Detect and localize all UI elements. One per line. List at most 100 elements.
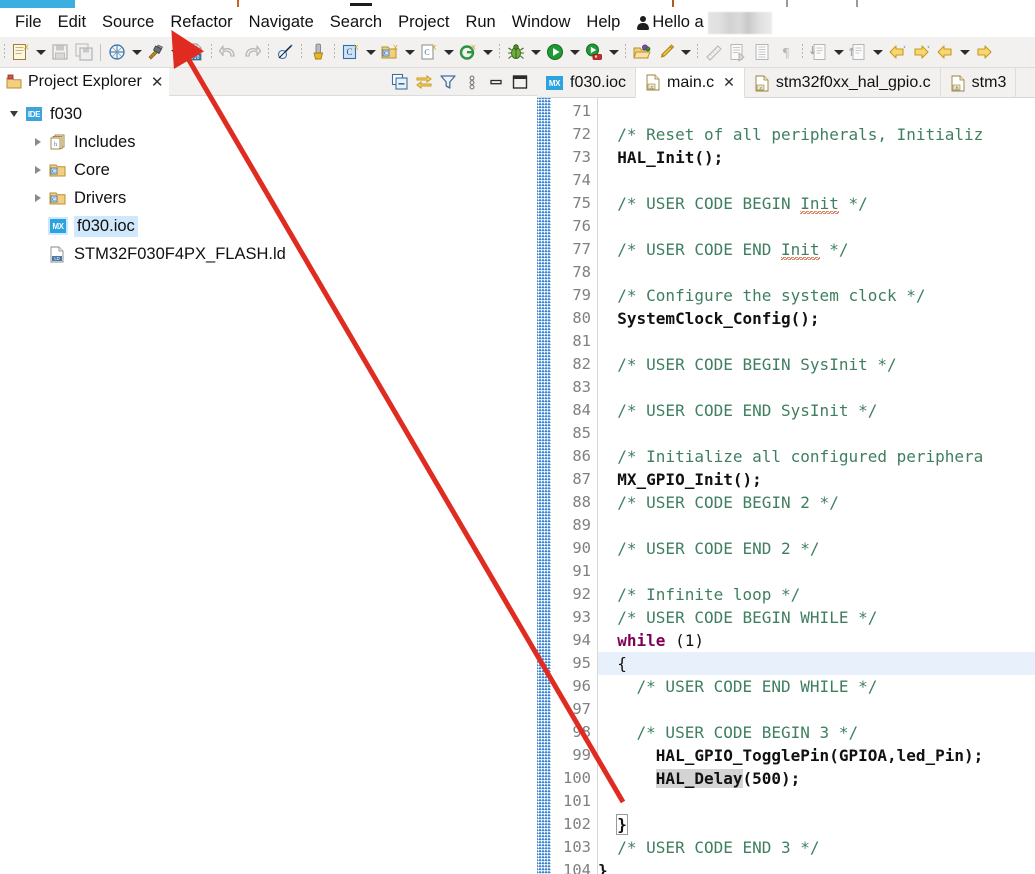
next-annotation-button[interactable] (726, 40, 750, 64)
new-c-file-button[interactable]: C (417, 40, 441, 64)
build-all-button[interactable] (105, 40, 129, 64)
twisty-collapsed-icon[interactable] (28, 138, 48, 146)
back-button-dropdown[interactable] (957, 40, 972, 64)
menu-item-edit[interactable]: Edit (50, 11, 94, 34)
twisty-collapsed-icon[interactable] (28, 194, 48, 202)
code-line[interactable]: /* Initialize all configured periphera (598, 445, 1035, 468)
code-line[interactable] (598, 790, 1035, 813)
code-line[interactable]: /* USER CODE BEGIN WHILE */ (598, 606, 1035, 629)
code-text-area[interactable]: /* Reset of all peripherals, Initializ H… (598, 98, 1035, 874)
code-line[interactable] (598, 261, 1035, 284)
tree-item-drivers[interactable]: C Drivers (0, 184, 537, 212)
menu-item-source[interactable]: Source (94, 11, 162, 34)
run-external-tools-button[interactable] (582, 40, 606, 64)
editor-tab-stm32-h[interactable]: .h stm3 (941, 68, 1017, 98)
redo-button[interactable] (240, 40, 264, 64)
new-button[interactable] (9, 40, 33, 64)
collapse-all-button[interactable] (389, 71, 411, 93)
annotation-ruler[interactable] (537, 98, 551, 874)
code-line[interactable]: { (598, 652, 1035, 675)
code-line[interactable] (598, 330, 1035, 353)
menu-item-project[interactable]: Project (390, 11, 457, 34)
code-line[interactable]: /* USER CODE END 2 */ (598, 537, 1035, 560)
menu-item-file[interactable]: File (7, 11, 50, 34)
run-button[interactable] (543, 40, 567, 64)
account-menu[interactable]: Hello a (628, 11, 772, 34)
debug-button[interactable] (504, 40, 528, 64)
code-line[interactable] (598, 376, 1035, 399)
tree-item-includes[interactable]: h Includes (0, 128, 537, 156)
new-source-folder-button[interactable]: C (378, 40, 402, 64)
new-c-file-dropdown[interactable] (441, 40, 456, 64)
code-line[interactable] (598, 169, 1035, 192)
code-line[interactable]: /* USER CODE END Init */ (598, 238, 1035, 262)
undo-button[interactable] (216, 40, 240, 64)
project-explorer-tab[interactable]: Project Explorer ✕ (0, 68, 170, 96)
build-all-dropdown[interactable] (129, 40, 144, 64)
new-c-project-dropdown[interactable] (363, 40, 378, 64)
minimize-button[interactable] (485, 71, 507, 93)
run-external-tools-dropdown[interactable] (606, 40, 621, 64)
code-line[interactable]: /* Configure the system clock */ (598, 284, 1035, 307)
debug-dropdown[interactable] (528, 40, 543, 64)
code-line[interactable] (598, 215, 1035, 238)
menu-item-window[interactable]: Window (504, 11, 579, 34)
forward-history-button[interactable] (909, 40, 933, 64)
twisty-collapsed-icon[interactable] (28, 166, 48, 174)
ruler-button[interactable] (702, 40, 726, 64)
project-explorer-close-icon[interactable]: ✕ (151, 75, 164, 90)
code-line[interactable]: HAL_GPIO_TogglePin(GPIOA,led_Pin); (598, 744, 1035, 767)
show-whitespace-button[interactable] (750, 40, 774, 64)
code-line[interactable]: /* Reset of all peripherals, Initializ (598, 123, 1035, 146)
remove-markers-button[interactable] (273, 40, 297, 64)
new-class-dropdown[interactable] (480, 40, 495, 64)
menu-item-run[interactable]: Run (457, 11, 503, 34)
code-line[interactable]: /* USER CODE BEGIN 2 */ (598, 491, 1035, 514)
tree-item-f030-ioc[interactable]: MX f030.ioc (0, 212, 537, 240)
code-line[interactable] (598, 514, 1035, 537)
search-button[interactable] (306, 40, 330, 64)
tree-item-f030[interactable]: IDE f030 (0, 100, 537, 128)
code-line[interactable]: /* Infinite loop */ (598, 583, 1035, 606)
build-hammer-button[interactable] (144, 40, 168, 64)
editor-tab-main-c[interactable]: .c main.c ✕ (636, 68, 745, 98)
filter-button[interactable] (437, 71, 459, 93)
tree-item-linker-script[interactable]: LD STM32F030F4PX_FLASH.ld (0, 240, 537, 268)
code-line[interactable] (598, 100, 1035, 123)
window-tab-chip[interactable] (0, 0, 75, 8)
code-line[interactable]: /* USER CODE END WHILE */ (598, 675, 1035, 698)
maximize-button[interactable] (509, 71, 531, 93)
code-line[interactable]: SystemClock_Config(); (598, 307, 1035, 330)
build-hammer-dropdown[interactable] (168, 40, 183, 64)
run-dropdown[interactable] (567, 40, 582, 64)
code-line[interactable]: MX_GPIO_Init(); (598, 468, 1035, 491)
menu-item-help[interactable]: Help (578, 11, 628, 34)
link-with-editor-button[interactable] (413, 71, 435, 93)
code-line[interactable]: /* USER CODE END SysInit */ (598, 399, 1035, 422)
code-line[interactable] (598, 698, 1035, 721)
editor-tab-stm32f0xx-hal-gpio-c[interactable]: .c stm32f0xx_hal_gpio.c (745, 68, 941, 98)
skip-breakpoints-dropdown[interactable] (678, 40, 693, 64)
editor-tab-close-icon[interactable]: ✕ (723, 74, 735, 91)
binary-toggle-button[interactable]: 010 (183, 40, 207, 64)
last-edit-location-dropdown[interactable] (831, 40, 846, 64)
new-c-project-button[interactable]: C (339, 40, 363, 64)
twisty-expanded-icon[interactable] (4, 111, 24, 117)
view-menu-button[interactable] (461, 71, 483, 93)
new-button-dropdown[interactable] (33, 40, 48, 64)
code-line[interactable] (598, 560, 1035, 583)
skip-breakpoints-button[interactable] (654, 40, 678, 64)
code-line[interactable]: HAL_Delay(500); (598, 767, 1035, 790)
pilcrow-button[interactable]: ¶ (774, 40, 798, 64)
code-line[interactable]: /* USER CODE BEGIN SysInit */ (598, 353, 1035, 376)
open-element-button[interactable] (630, 40, 654, 64)
forward-button[interactable] (972, 40, 996, 64)
last-edit-location-button[interactable] (807, 40, 831, 64)
tree-item-core[interactable]: C Core (0, 156, 537, 184)
menu-item-refactor[interactable]: Refactor (162, 11, 240, 34)
save-all-button[interactable] (72, 40, 96, 64)
new-class-button[interactable] (456, 40, 480, 64)
next-edit-dropdown[interactable] (870, 40, 885, 64)
code-line[interactable]: } (598, 859, 1035, 874)
back-history-button[interactable] (885, 40, 909, 64)
